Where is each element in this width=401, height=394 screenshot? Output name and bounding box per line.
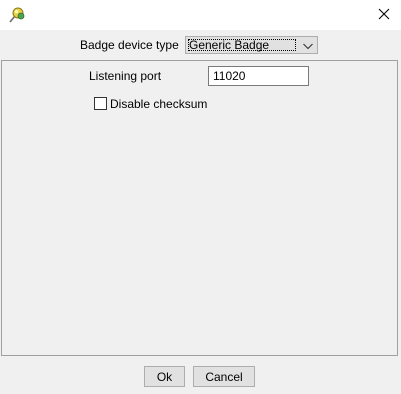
cancel-button[interactable]: Cancel	[193, 366, 255, 387]
close-button[interactable]	[367, 0, 401, 30]
pushpin-icon	[6, 5, 26, 25]
title-bar	[0, 0, 401, 30]
listening-port-input[interactable]	[208, 66, 309, 86]
disable-checksum-label[interactable]: Disable checksum	[110, 97, 207, 111]
ok-button[interactable]: Ok	[144, 366, 185, 387]
chevron-down-icon	[302, 40, 314, 50]
badge-device-type-label: Badge device type	[80, 38, 179, 52]
disable-checksum-checkbox[interactable]	[94, 97, 107, 110]
close-icon	[378, 8, 390, 23]
listening-port-label: Listening port	[89, 69, 162, 83]
badge-device-type-select[interactable]: Generic Badge	[185, 36, 318, 54]
badge-device-type-value: Generic Badge	[189, 38, 270, 52]
